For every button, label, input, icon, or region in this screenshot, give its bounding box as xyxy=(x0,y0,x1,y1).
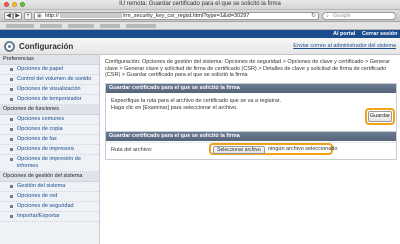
browser-toolbar: ◀ ▶ + ▣ http:///rm_security_key_csr_regi… xyxy=(0,10,400,22)
bullet-icon xyxy=(10,68,13,71)
bookmark-item[interactable] xyxy=(40,24,62,28)
back-button[interactable]: ◀ xyxy=(4,12,13,20)
instruction-line: Especifique la ruta para el archivo de c… xyxy=(111,98,281,104)
sidebar-item-common[interactable]: Opciones comunes xyxy=(0,115,99,125)
redacted-host xyxy=(59,13,122,19)
file-path-panel: Guardar certificado para el que se solic… xyxy=(105,131,397,160)
sidebar-item-fax[interactable]: Opciones de fax xyxy=(0,135,99,145)
sidebar-item-paper-settings[interactable]: Opciones de papel xyxy=(0,65,99,75)
bullet-icon xyxy=(10,148,13,151)
bullet-icon xyxy=(10,118,13,121)
sidebar-item-network[interactable]: Opciones de red xyxy=(0,192,99,202)
page-title: Configuración xyxy=(19,42,74,51)
bullet-icon xyxy=(10,185,13,188)
save-certificate-panel: Guardar certificado para el que se solic… xyxy=(105,83,397,133)
sidebar: Preferencias Opciones de papel Control d… xyxy=(0,55,100,244)
portal-link[interactable]: Al portal xyxy=(333,30,355,38)
bullet-icon xyxy=(10,195,13,198)
save-button[interactable]: Guardar xyxy=(368,111,392,122)
sidebar-item-system-management[interactable]: Gestión del sistema xyxy=(0,182,99,192)
bookmark-item[interactable] xyxy=(68,24,94,28)
bullet-icon xyxy=(10,128,13,131)
sidebar-section-system-management: Opciones de gestión del sistema xyxy=(0,172,99,182)
bullet-icon xyxy=(10,88,13,91)
sidebar-item-security[interactable]: Opciones de seguridad xyxy=(0,202,99,212)
file-status: ningún archivo seleccionado xyxy=(268,146,338,152)
bullet-icon xyxy=(10,138,13,141)
panel-title: Guardar certificado para el que se solic… xyxy=(106,132,396,141)
choose-file-button[interactable]: Seleccionar archivo xyxy=(213,146,265,154)
sidebar-item-printer[interactable]: Opciones de impresora xyxy=(0,145,99,155)
instructions: Especifique la ruta para el archivo de c… xyxy=(111,98,281,111)
file-path-label: Ruta del archivo: xyxy=(111,147,153,153)
app-topbar: Al portal Cerrar sesión xyxy=(0,30,400,38)
window-titlebar: IU remota: Guardar certificado para el q… xyxy=(0,0,400,10)
app-header: Configuración Enviar correo al administr… xyxy=(0,38,400,55)
breadcrumb: Configuración: Opciones de gestión del s… xyxy=(105,59,390,78)
sidebar-item-copy[interactable]: Opciones de copia xyxy=(0,125,99,135)
sidebar-section-functions: Opciones de funciones xyxy=(0,105,99,115)
sidebar-item-import-export[interactable]: Importar/Exportar xyxy=(0,212,99,222)
page-icon: ▣ xyxy=(37,13,42,19)
bookmark-item[interactable] xyxy=(6,24,34,28)
bookmark-item[interactable] xyxy=(126,24,156,28)
bookmark-item[interactable] xyxy=(100,24,120,28)
gear-icon xyxy=(4,41,15,52)
bullet-icon xyxy=(10,98,13,101)
instruction-line: Haga clic en [Examinar] para seleccionar… xyxy=(111,104,238,111)
address-text: http:///rm_security_key_csr_regist.html?… xyxy=(45,13,250,19)
add-bookmark-button[interactable]: + xyxy=(24,12,32,20)
reload-icon[interactable]: ↻ xyxy=(311,13,316,20)
sidebar-item-volume[interactable]: Control del volumen de sonido xyxy=(0,75,99,85)
search-box[interactable]: ⌕ Google xyxy=(322,12,396,20)
bullet-icon xyxy=(10,158,13,161)
panel-title: Guardar certificado para el que se solic… xyxy=(106,84,396,93)
sidebar-item-display[interactable]: Opciones de visualización xyxy=(0,85,99,95)
bullet-icon xyxy=(10,215,13,218)
bullet-icon xyxy=(10,78,13,81)
mail-admin-link[interactable]: Enviar correo al administrador del siste… xyxy=(293,41,396,52)
window-title: IU remota: Guardar certificado para el q… xyxy=(119,1,281,7)
bullet-icon xyxy=(10,205,13,208)
sidebar-item-timer[interactable]: Opciones de temporizador xyxy=(0,95,99,105)
search-icon: ⌕ xyxy=(326,13,329,19)
search-placeholder: Google xyxy=(333,13,351,19)
sidebar-item-report-print[interactable]: Opciones de impresión de informes xyxy=(0,155,99,172)
address-bar[interactable]: ▣ http:///rm_security_key_csr_regist.htm… xyxy=(34,12,319,20)
main-content: Configuración: Opciones de gestión del s… xyxy=(101,55,400,244)
forward-button[interactable]: ▶ xyxy=(13,12,22,20)
sidebar-section-preferences: Preferencias xyxy=(0,55,99,65)
bookmarks-bar xyxy=(0,22,400,30)
logout-link[interactable]: Cerrar sesión xyxy=(362,30,397,38)
